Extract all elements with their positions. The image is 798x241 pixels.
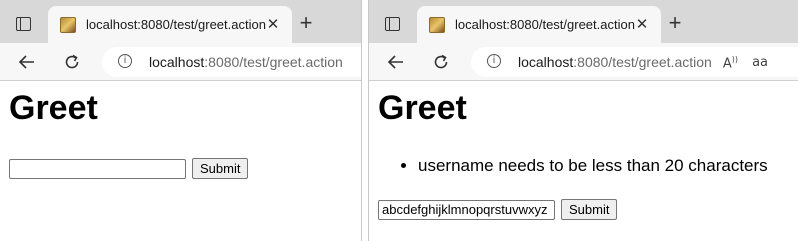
reload-button[interactable] [58,49,86,75]
submit-button[interactable]: Submit [192,158,249,179]
browser-toolbar: i localhost:8080/test/greet.action [0,43,361,81]
url-text: localhost:8080/test/greet.action [518,54,712,70]
right-browser-window: localhost:8080/test/greet.action ✕ + i l… [368,0,798,241]
address-bar[interactable]: i localhost:8080/test/greet.action [102,47,361,77]
read-aloud-icon[interactable]: A)) [723,55,738,71]
tab-strip: localhost:8080/test/greet.action ✕ + [0,0,361,43]
reload-icon [434,54,448,69]
back-button[interactable] [382,49,410,75]
new-tab-icon[interactable]: + [294,12,318,36]
close-tab-icon[interactable]: ✕ [264,16,282,34]
immersive-reader-icon[interactable]: aa [752,55,768,70]
favicon-icon [429,17,445,33]
back-arrow-icon [18,55,34,69]
tab-actions-button[interactable] [8,9,38,39]
favicon-icon [60,17,76,33]
tab-actions-icon [15,17,31,31]
new-tab-icon[interactable]: + [663,12,687,36]
browser-toolbar: i localhost:8080/test/greet.action A)) a… [369,43,798,81]
site-info-icon[interactable]: i [118,54,132,68]
page-heading: Greet [378,89,467,127]
back-button[interactable] [13,49,41,75]
page-content: Greet username needs to be less than 20 … [369,81,798,241]
url-text: localhost:8080/test/greet.action [149,54,343,70]
reload-button[interactable] [427,49,455,75]
tab-strip: localhost:8080/test/greet.action ✕ + [369,0,798,43]
back-arrow-icon [387,55,403,69]
error-message: username needs to be less than 20 charac… [418,156,768,176]
close-tab-icon[interactable]: ✕ [633,16,651,34]
page-heading: Greet [9,89,98,127]
greet-form: Submit [9,158,249,179]
address-bar[interactable]: i localhost:8080/test/greet.action A)) a… [471,47,798,77]
username-input[interactable] [9,158,186,179]
tab-actions-icon [384,17,400,31]
tab-title: localhost:8080/test/greet.action [455,17,635,32]
tab-title: localhost:8080/test/greet.action [86,17,266,32]
reload-icon [65,54,79,69]
tab-actions-button[interactable] [377,9,407,39]
active-tab[interactable]: localhost:8080/test/greet.action ✕ [417,6,661,43]
submit-button[interactable]: Submit [561,199,618,220]
active-tab[interactable]: localhost:8080/test/greet.action ✕ [48,6,292,43]
page-content: Greet Submit [0,81,361,241]
greet-form: Submit [378,199,618,220]
site-info-icon[interactable]: i [487,54,501,68]
username-input[interactable] [378,199,555,220]
error-list: username needs to be less than 20 charac… [378,156,768,176]
left-browser-window: localhost:8080/test/greet.action ✕ + i l… [0,0,362,241]
